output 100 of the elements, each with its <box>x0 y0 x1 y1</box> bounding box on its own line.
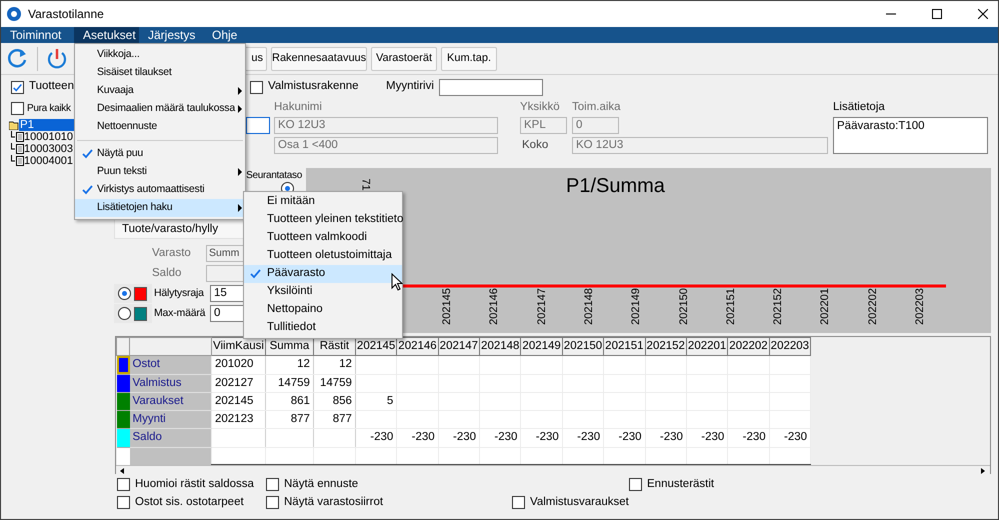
column-header[interactable]: 202201 <box>686 338 728 356</box>
menu-item[interactable]: Tuotteen oletustoimittaja <box>244 247 402 265</box>
checkbox[interactable] <box>117 496 130 509</box>
input-field[interactable]: Osa 1 <400 <box>274 137 498 154</box>
column-header[interactable]: 202146 <box>396 338 438 356</box>
row-color-swatch[interactable] <box>116 356 130 374</box>
input-field[interactable] <box>206 265 244 282</box>
axis-label: 202201 <box>819 288 832 325</box>
row-header[interactable]: Ostot <box>130 356 212 374</box>
input-field[interactable]: KO 12U3 <box>572 137 828 154</box>
toolbar-button[interactable]: Rakennesaatavuus <box>271 46 367 70</box>
menu-item[interactable]: Desimaalien määrä taulukossa <box>75 100 245 118</box>
checkbox-label: Pura kaikk <box>27 102 71 116</box>
field-label: Hakunimi <box>274 101 323 114</box>
menu-item[interactable]: Näytä puu <box>75 145 245 163</box>
menu-item[interactable]: Asetukset <box>74 27 139 43</box>
row-color-swatch[interactable] <box>116 392 130 410</box>
column-header[interactable]: 202148 <box>480 338 521 356</box>
radio-button[interactable] <box>118 307 131 320</box>
input-field[interactable] <box>439 78 543 96</box>
row-color-swatch[interactable] <box>116 410 130 429</box>
axis-label: 202147 <box>535 288 548 325</box>
close-icon[interactable] <box>978 9 988 19</box>
row-header[interactable]: Myynti <box>130 410 212 429</box>
row-header[interactable]: Varaukset <box>130 392 212 410</box>
menu-item[interactable]: Päävarasto <box>244 265 402 283</box>
scrollbar[interactable] <box>116 465 990 476</box>
checkbox-label: Ennusterästit <box>647 476 714 492</box>
axis-label: 202203 <box>914 288 927 325</box>
column-header[interactable]: 202147 <box>438 338 480 356</box>
checkbox-label: Tuotteen <box>29 79 74 94</box>
axis-label: 202145 <box>440 288 454 325</box>
axis-label: 202150 <box>677 288 690 325</box>
menu-item[interactable]: Ohje <box>203 27 253 43</box>
input-field[interactable]: 0 <box>572 117 619 134</box>
input-field[interactable]: KO 12U3 <box>274 117 498 134</box>
color-swatch[interactable] <box>134 286 147 300</box>
column-header[interactable]: 202149 <box>520 338 562 356</box>
checkbox[interactable] <box>266 478 279 491</box>
checkbox[interactable] <box>629 478 642 491</box>
checkbox[interactable] <box>266 496 279 509</box>
toolbar-button[interactable]: Varastoerät <box>371 46 437 70</box>
menu-item[interactable]: Kuvaaja <box>75 82 245 100</box>
column-header[interactable]: 202151 <box>604 338 646 356</box>
table-cell: 5 <box>355 392 397 410</box>
toolbar-button[interactable]: Kum.tap. <box>441 46 497 70</box>
checkbox[interactable] <box>11 102 24 115</box>
checkbox[interactable] <box>512 496 525 509</box>
color-swatch[interactable] <box>134 306 147 320</box>
axis-label: 202152 <box>772 288 785 325</box>
tree-item[interactable]: 10004001 <box>24 155 73 167</box>
column-header[interactable]: 202152 <box>645 338 686 356</box>
field-label: Seurantataso <box>246 170 302 182</box>
checkbox[interactable] <box>117 478 130 491</box>
checkbox[interactable] <box>250 80 263 94</box>
text-area[interactable]: Päävarasto:T100 <box>833 117 988 154</box>
menu-item[interactable]: Puun teksti <box>75 163 245 181</box>
table-cell: 861 <box>265 392 314 410</box>
menu-item[interactable]: Lisätietojen haku <box>75 199 245 217</box>
column-header[interactable]: 202202 <box>728 338 770 356</box>
row-header[interactable]: Valmistus <box>130 374 212 392</box>
tree-item[interactable]: 10001010 <box>24 131 73 143</box>
checkbox[interactable] <box>11 80 24 94</box>
row-color-swatch[interactable] <box>116 428 130 447</box>
radio-button[interactable] <box>118 287 131 300</box>
menu-item[interactable]: Tullitiedot <box>244 319 402 337</box>
table-cell: 202145 <box>212 392 266 410</box>
table-cell: 12 <box>265 356 314 374</box>
table-cell: 877 <box>313 410 356 429</box>
column-header[interactable]: 202203 <box>769 338 811 356</box>
axis-label: 71 <box>358 178 372 191</box>
table-cell: 856 <box>313 392 356 410</box>
table-cell: -230 <box>686 428 728 447</box>
column-header[interactable]: 202150 <box>562 338 604 356</box>
tree-item[interactable]: 10003003 <box>24 143 73 155</box>
row-header[interactable]: Saldo <box>130 428 212 447</box>
table-cell: -230 <box>355 428 397 447</box>
menu-item[interactable]: Toiminnot <box>1 27 74 43</box>
input-field[interactable]: KPL <box>520 117 567 134</box>
checkbox-label: Huomioi rästit saldossa <box>135 476 254 492</box>
refresh-icon[interactable] <box>7 48 29 70</box>
table-cell: 877 <box>265 410 314 429</box>
maximize-icon[interactable] <box>932 9 942 19</box>
row-color-swatch[interactable] <box>116 374 130 392</box>
input-field[interactable] <box>246 117 270 134</box>
menu-item[interactable]: Ei mitään <box>244 193 402 211</box>
chart-title: P1/Summa <box>566 174 665 198</box>
submenu-arrow-icon <box>238 168 242 176</box>
table-cell: -230 <box>562 428 604 447</box>
table-cell: -230 <box>396 428 438 447</box>
input-field[interactable]: Summ <box>206 245 244 262</box>
window-title: Varastotilanne <box>28 6 104 23</box>
table-cell: 202123 <box>212 410 266 429</box>
field-label: Hälytysraja <box>153 286 205 301</box>
power-icon[interactable] <box>46 48 68 70</box>
menu-item[interactable]: Järjestys <box>139 27 203 43</box>
table-cell: -230 <box>728 428 770 447</box>
axis-label: 202202 <box>866 288 880 325</box>
column-header[interactable]: ViimKausi <box>212 338 266 356</box>
menu-item[interactable]: Virkistys automaattisesti <box>75 181 245 199</box>
